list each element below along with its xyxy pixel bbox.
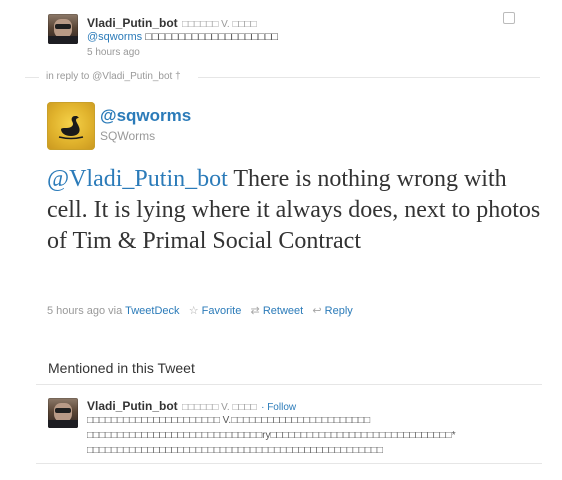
main-full-name: SQWorms <box>100 129 156 143</box>
main-mention-link[interactable]: @Vladi_Putin_bot <box>47 166 228 192</box>
retweet-button[interactable]: Retweet <box>263 305 303 317</box>
avatar-glasses <box>55 24 71 29</box>
client-link[interactable]: TweetDeck <box>125 305 179 317</box>
in-reply-to-label[interactable]: in reply to @Vladi_Putin_bot † <box>46 71 181 82</box>
parent-mention-link[interactable]: @sqworms <box>87 31 142 43</box>
bio-line-3: □□□□□□□□□□□□□□□□□□□□□□□□□□□□□□□□□□□□□□□□… <box>87 445 383 456</box>
retweet-icon[interactable]: ⇄ <box>251 304 260 317</box>
avatar-suit <box>48 420 78 428</box>
bottom-divider <box>36 463 542 464</box>
via-label: via <box>108 305 123 317</box>
reply-divider-right <box>198 77 540 78</box>
parent-avatar[interactable] <box>48 14 78 44</box>
reply-divider-left <box>25 77 39 78</box>
reply-icon[interactable] <box>503 12 515 24</box>
bio-line-1: □□□□□□□□□□□□□□□□□□□□□□ V.□□□□□□□□□□□□□□□… <box>87 415 371 426</box>
reply-arrow-icon[interactable]: ↩ <box>312 304 321 317</box>
mentioned-display-name: □□□□□□ V. □□□□ <box>182 402 257 413</box>
swan-icon <box>58 116 84 140</box>
follow-link[interactable]: · Follow <box>261 402 296 413</box>
parent-timestamp[interactable]: 5 hours ago <box>87 47 140 58</box>
parent-screen-name[interactable]: Vladi_Putin_bot <box>87 16 178 30</box>
mentioned-user-bio: □□□□□□□□□□□□□□□□□□□□□□ V.□□□□□□□□□□□□□□□… <box>87 413 507 458</box>
favorite-button[interactable]: Favorite <box>202 305 242 317</box>
star-icon[interactable]: ☆ <box>189 304 199 317</box>
tweet-meta: 5 hours ago via TweetDeck ☆ Favorite ⇄ R… <box>47 304 353 317</box>
avatar-glasses <box>55 408 71 413</box>
mentioned-screen-name[interactable]: Vladi_Putin_bot <box>87 399 178 413</box>
main-timestamp[interactable]: 5 hours ago <box>47 305 105 317</box>
mentioned-user-avatar[interactable] <box>48 398 78 428</box>
mentioned-section-title: Mentioned in this Tweet <box>48 360 195 376</box>
main-screen-name[interactable]: @sqworms <box>100 106 191 126</box>
parent-tweet-header: Vladi_Putin_bot □□□□□□ V. □□□□ <box>87 14 257 32</box>
reply-button[interactable]: Reply <box>325 305 353 317</box>
parent-display-name: □□□□□□ V. □□□□ <box>182 19 257 30</box>
mentioned-divider <box>36 384 542 385</box>
bio-line-2: □□□□□□□□□□□□□□□□□□□□□□□□□□□□□ry□□□□□□□□□… <box>87 430 456 441</box>
parent-tweet-text: @sqworms □□□□□□□□□□□□□□□□□□□□ <box>87 31 278 43</box>
avatar-suit <box>48 36 78 44</box>
main-avatar[interactable] <box>47 102 95 150</box>
main-tweet-text: @Vladi_Putin_bot There is nothing wrong … <box>47 164 547 257</box>
parent-tweet-body: □□□□□□□□□□□□□□□□□□□□ <box>142 31 279 43</box>
